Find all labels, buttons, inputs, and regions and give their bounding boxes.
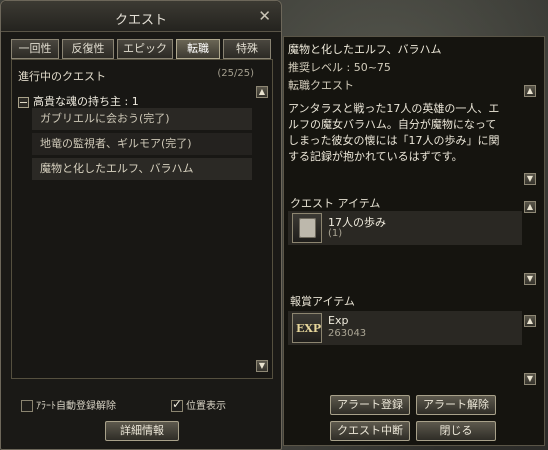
quest-group[interactable]: 高貴な魂の持ち主 : 1	[18, 93, 139, 109]
items-scroll-down-icon[interactable]: ▼	[524, 273, 536, 285]
description-line: する記録が抱かれているはずです。	[288, 150, 463, 163]
checkbox-checked-icon[interactable]	[171, 397, 183, 412]
quest-list-panel: 進行中のクエスト (25/25) ▲ ▼ 高貴な魂の持ち主 : 1 ガブリエルに…	[11, 59, 273, 379]
quest-abort-button[interactable]: クエスト中断	[330, 421, 410, 441]
description-line: アンタラスと戦った17人の英雄の一人、エ	[288, 102, 500, 115]
window-titlebar[interactable]: クエスト ✕	[1, 1, 281, 32]
alert-release-button[interactable]: アラート解除	[416, 395, 496, 415]
quest-detail-panel: 魔物と化したエルフ、バラハム 推奨レベル : 50~75 転職クエスト アンタラ…	[283, 36, 545, 446]
quest-description: アンタラスと戦った17人の英雄の一人、エ ルフの魔女バラハム。自分が魔物になって…	[288, 101, 520, 165]
scroll-up-icon[interactable]: ▲	[256, 86, 268, 98]
exp-icon: EXP	[292, 313, 322, 343]
show-location-label: 位置表示	[186, 401, 226, 412]
show-location-checkbox[interactable]: 位置表示	[171, 397, 226, 412]
window-title: クエスト	[114, 13, 167, 28]
scroll-icon	[292, 213, 322, 243]
scroll-down-icon[interactable]: ▼	[256, 360, 268, 372]
alert-register-button[interactable]: アラート登録	[330, 395, 410, 415]
reward-item-qty: 263043	[328, 328, 367, 339]
quest-group-label: 高貴な魂の持ち主 : 1	[33, 95, 139, 108]
quest-type: 転職クエスト	[288, 79, 354, 92]
checkbox-icon[interactable]	[21, 400, 33, 412]
description-line: ルフの魔女バラハム。自分が魔物になって	[288, 118, 497, 131]
desc-scroll-down-icon[interactable]: ▼	[524, 173, 536, 185]
tab-special[interactable]: 特殊	[223, 39, 271, 59]
auto-alert-checkbox[interactable]: ｱﾗｰﾄ自動登録解除	[21, 397, 116, 412]
items-scroll-up-icon[interactable]: ▲	[524, 201, 536, 213]
close-button[interactable]: 閉じる	[416, 421, 496, 441]
reward-scroll-up-icon[interactable]: ▲	[524, 315, 536, 327]
quest-count: (25/25)	[217, 68, 254, 79]
description-line: しまった彼女の懐には「17人の歩み」に関	[288, 134, 500, 147]
auto-alert-label: ｱﾗｰﾄ自動登録解除	[36, 401, 116, 412]
quest-item-qty: (1)	[328, 228, 343, 239]
list-item[interactable]: ガブリエルに会おう(完了)	[32, 108, 252, 130]
reward-item-row[interactable]: EXP Exp 263043	[288, 311, 522, 345]
reward-scroll-down-icon[interactable]: ▼	[524, 373, 536, 385]
detail-info-button[interactable]: 詳細情報	[105, 421, 179, 441]
collapse-icon[interactable]	[18, 96, 29, 108]
tab-class-change[interactable]: 転職	[176, 39, 220, 59]
tab-one-time[interactable]: 一回性	[11, 39, 59, 59]
quest-item-row[interactable]: 17人の歩み (1)	[288, 211, 522, 245]
tab-repeatable[interactable]: 反復性	[62, 39, 114, 59]
recommended-level: 推奨レベル : 50~75	[288, 61, 391, 74]
desc-scroll-up-icon[interactable]: ▲	[524, 85, 536, 97]
quest-title: 魔物と化したエルフ、バラハム	[288, 43, 442, 56]
tab-epic[interactable]: エピック	[117, 39, 173, 59]
list-item[interactable]: 地竜の監視者、ギルモア(完了)	[32, 133, 252, 155]
reward-item-name: Exp	[328, 314, 349, 327]
quest-list-header: 進行中のクエスト	[18, 70, 106, 83]
close-icon[interactable]: ✕	[258, 7, 271, 25]
quest-window: クエスト ✕ 一回性 反復性 エピック 転職 特殊 進行中のクエスト (25/2…	[0, 0, 282, 450]
reward-items-header: 報賞アイテム	[290, 295, 355, 308]
quest-items-header: クエスト アイテム	[290, 197, 381, 210]
list-item[interactable]: 魔物と化したエルフ、バラハム	[32, 158, 252, 180]
